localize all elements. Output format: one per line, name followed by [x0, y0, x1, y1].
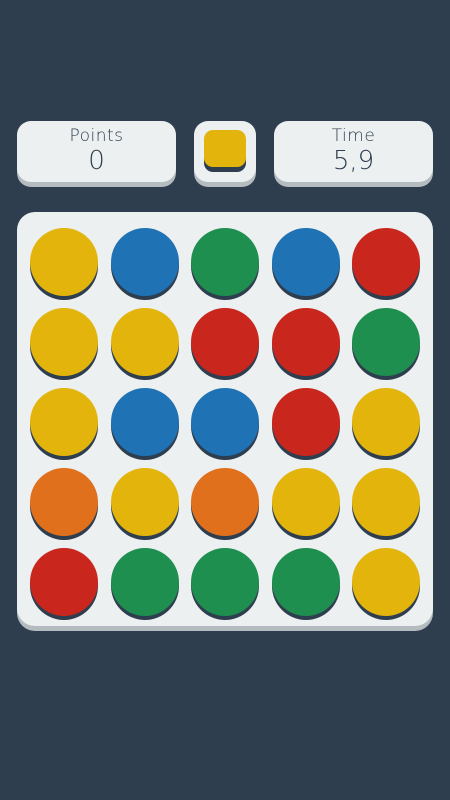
board-cell-orange[interactable]	[191, 468, 259, 536]
points-label: Points	[69, 126, 124, 146]
board-cell-yellow[interactable]	[271, 468, 340, 536]
board-cell-yellow[interactable]	[352, 388, 420, 456]
board-cell-red[interactable]	[271, 388, 340, 456]
board-cell-red[interactable]	[30, 548, 98, 616]
board-cell-blue[interactable]	[191, 388, 259, 456]
board-cell-red[interactable]	[271, 308, 340, 376]
time-label: Time	[331, 126, 376, 146]
board-cell-blue[interactable]	[271, 228, 340, 296]
board-cell-yellow[interactable]	[30, 388, 98, 456]
board-cell-green[interactable]	[191, 228, 259, 296]
board-cell-green[interactable]	[110, 548, 179, 616]
board-cell-green[interactable]	[191, 548, 259, 616]
board-cell-green[interactable]	[352, 308, 420, 376]
board-cell-yellow[interactable]	[352, 468, 420, 536]
board-cell-orange[interactable]	[30, 468, 98, 536]
board-cell-blue[interactable]	[110, 388, 179, 456]
board-cell-blue[interactable]	[110, 228, 179, 296]
board-cell-yellow[interactable]	[352, 548, 420, 616]
board-cell-red[interactable]	[352, 228, 420, 296]
time-value: 5,9	[332, 146, 375, 176]
board-cell-green[interactable]	[271, 548, 340, 616]
board-cell-yellow[interactable]	[30, 228, 98, 296]
board-cell-yellow[interactable]	[30, 308, 98, 376]
board-cell-yellow[interactable]	[110, 468, 179, 536]
board-cell-yellow[interactable]	[110, 308, 179, 376]
target-color-panel	[194, 121, 256, 182]
points-panel: Points 0	[17, 121, 176, 182]
board-cell-red[interactable]	[191, 308, 259, 376]
target-color-swatch	[204, 130, 246, 167]
game-board	[17, 212, 433, 626]
time-panel: Time 5,9	[274, 121, 433, 182]
points-value: 0	[88, 146, 105, 176]
